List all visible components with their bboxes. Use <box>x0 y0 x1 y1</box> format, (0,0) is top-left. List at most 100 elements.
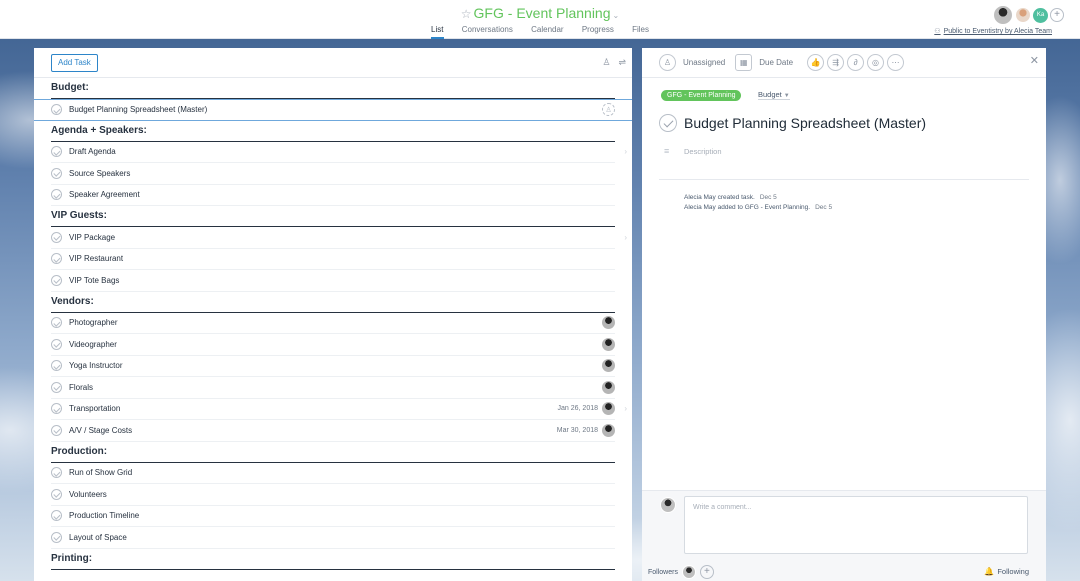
task-name[interactable]: Yoga Instructor <box>69 361 602 370</box>
task-name[interactable]: VIP Restaurant <box>69 254 615 263</box>
task-checkbox[interactable] <box>51 338 62 350</box>
task-name[interactable]: VIP Tote Bags <box>69 276 615 285</box>
task-name[interactable]: Layout of Space <box>69 533 615 542</box>
tab-list[interactable]: List <box>431 25 444 39</box>
section-header[interactable]: Agenda + Speakers: <box>51 121 615 142</box>
section-header[interactable]: Budget: <box>51 78 615 99</box>
complete-task-checkbox[interactable] <box>659 114 677 132</box>
project-title[interactable]: GFG - Event Planning <box>474 5 611 21</box>
star-icon[interactable]: ☆ <box>461 7 472 21</box>
person-filter-icon[interactable]: ♙ <box>602 57 610 68</box>
chevron-right-icon[interactable]: › <box>624 404 627 413</box>
task-checkbox[interactable] <box>51 360 62 372</box>
task-name[interactable]: Videographer <box>69 340 602 349</box>
assignee-field[interactable]: Unassigned <box>683 58 725 67</box>
task-checkbox[interactable] <box>51 253 62 265</box>
avatar-initials[interactable]: Ka <box>1033 7 1048 23</box>
assignee-avatar[interactable] <box>602 337 615 351</box>
task-checkbox[interactable] <box>51 488 62 500</box>
assignee-avatar[interactable] <box>602 402 615 416</box>
task-checkbox[interactable] <box>51 189 62 201</box>
avatar[interactable] <box>1015 7 1031 23</box>
sort-options-icon[interactable]: ⇌ <box>618 57 626 68</box>
task-name[interactable]: Run of Show Grid <box>69 468 615 477</box>
task-checkbox[interactable] <box>51 424 62 436</box>
task-name[interactable]: Florals <box>69 383 602 392</box>
task-checkbox[interactable] <box>51 104 62 116</box>
task-row[interactable]: Budget Planning Spreadsheet (Master) ♙ <box>34 99 632 121</box>
avatar[interactable] <box>681 565 696 579</box>
add-follower-icon[interactable]: + <box>699 565 714 579</box>
task-name[interactable]: Volunteers <box>69 490 615 499</box>
task-row[interactable]: Production Timeline <box>51 506 615 527</box>
assignee-avatar[interactable] <box>602 359 615 373</box>
avatar[interactable] <box>993 5 1013 25</box>
task-name[interactable]: VIP Package <box>69 233 615 242</box>
subtask-icon[interactable]: ⇶ <box>827 54 845 71</box>
task-due-date[interactable]: Jan 26, 2018 <box>558 405 598 412</box>
section-header[interactable]: Printing: <box>51 549 615 570</box>
tab-calendar[interactable]: Calendar <box>531 25 563 37</box>
tag-icon[interactable]: ◎ <box>867 54 885 71</box>
assign-icon[interactable]: ♙ <box>602 103 615 117</box>
task-row[interactable]: Volunteers <box>51 484 615 506</box>
task-title[interactable]: Budget Planning Spreadsheet (Master) <box>684 115 926 131</box>
like-icon[interactable]: 👍 <box>807 54 825 71</box>
comment-input[interactable]: Write a comment... <box>684 496 1028 554</box>
chevron-down-icon[interactable]: ⌄ <box>613 11 620 20</box>
task-checkbox[interactable] <box>51 403 62 415</box>
add-member-icon[interactable]: + <box>1050 8 1064 22</box>
assignee-icon[interactable]: ♙ <box>659 54 676 71</box>
more-icon[interactable]: ⋯ <box>887 54 905 71</box>
close-icon[interactable]: ✕ <box>1030 54 1039 67</box>
chevron-right-icon[interactable]: › <box>624 233 627 242</box>
attachment-icon[interactable]: ∂ <box>847 54 865 71</box>
task-checkbox[interactable] <box>51 381 62 393</box>
tab-files[interactable]: Files <box>632 25 649 37</box>
task-row[interactable]: Speaker Agreement <box>51 185 615 206</box>
assignee-avatar[interactable] <box>602 316 615 330</box>
task-name[interactable]: Photographer <box>69 318 602 327</box>
task-name[interactable]: Budget Planning Spreadsheet (Master) <box>69 105 602 114</box>
section-dropdown[interactable]: Budget ▼ <box>758 90 790 100</box>
task-row[interactable]: Photographer <box>51 313 615 334</box>
task-due-date[interactable]: Mar 30, 2018 <box>557 427 598 434</box>
task-checkbox[interactable] <box>51 146 62 158</box>
task-row[interactable]: VIP Package › <box>51 227 627 249</box>
tab-conversations[interactable]: Conversations <box>462 25 513 37</box>
task-row[interactable]: VIP Tote Bags <box>51 270 615 292</box>
assignee-avatar[interactable] <box>602 423 615 437</box>
following-button[interactable]: 🔔 Following <box>984 567 1029 576</box>
task-row[interactable]: Draft Agenda › <box>51 142 627 163</box>
task-row[interactable]: Videographer <box>51 334 615 356</box>
chevron-right-icon[interactable]: › <box>624 147 627 156</box>
task-row[interactable]: Florals <box>51 377 615 399</box>
section-header[interactable]: Production: <box>51 442 615 463</box>
task-name[interactable]: A/V / Stage Costs <box>69 426 557 435</box>
task-row[interactable]: Run of Show Grid <box>51 463 615 484</box>
task-checkbox[interactable] <box>51 167 62 179</box>
task-name[interactable]: Draft Agenda <box>69 147 615 156</box>
task-name[interactable]: Speaker Agreement <box>69 190 615 199</box>
public-link[interactable]: ⚇ Public to Eventistry by Alecia Team <box>934 27 1052 35</box>
tab-progress[interactable]: Progress <box>582 25 614 37</box>
task-checkbox[interactable] <box>51 317 62 329</box>
assignee-avatar[interactable] <box>602 380 615 394</box>
task-checkbox[interactable] <box>51 531 62 543</box>
task-name[interactable]: Production Timeline <box>69 511 615 520</box>
task-row[interactable]: Yoga Instructor <box>51 356 615 377</box>
task-row[interactable]: A/V / Stage Costs Mar 30, 2018 <box>51 420 615 442</box>
section-header[interactable]: Vendors: <box>51 292 615 313</box>
task-name[interactable]: Source Speakers <box>69 169 615 178</box>
description-field[interactable]: Description <box>684 147 722 156</box>
task-checkbox[interactable] <box>51 274 62 286</box>
task-row[interactable]: Source Speakers <box>51 163 615 185</box>
task-row[interactable]: VIP Restaurant <box>51 249 615 270</box>
project-pill[interactable]: GFG - Event Planning <box>661 90 742 101</box>
task-checkbox[interactable] <box>51 231 62 243</box>
task-checkbox[interactable] <box>51 510 62 522</box>
task-checkbox[interactable] <box>51 467 62 479</box>
calendar-icon[interactable]: ▦ <box>735 54 753 71</box>
section-header[interactable]: VIP Guests: <box>51 206 615 227</box>
task-name[interactable]: Transportation <box>69 404 558 413</box>
